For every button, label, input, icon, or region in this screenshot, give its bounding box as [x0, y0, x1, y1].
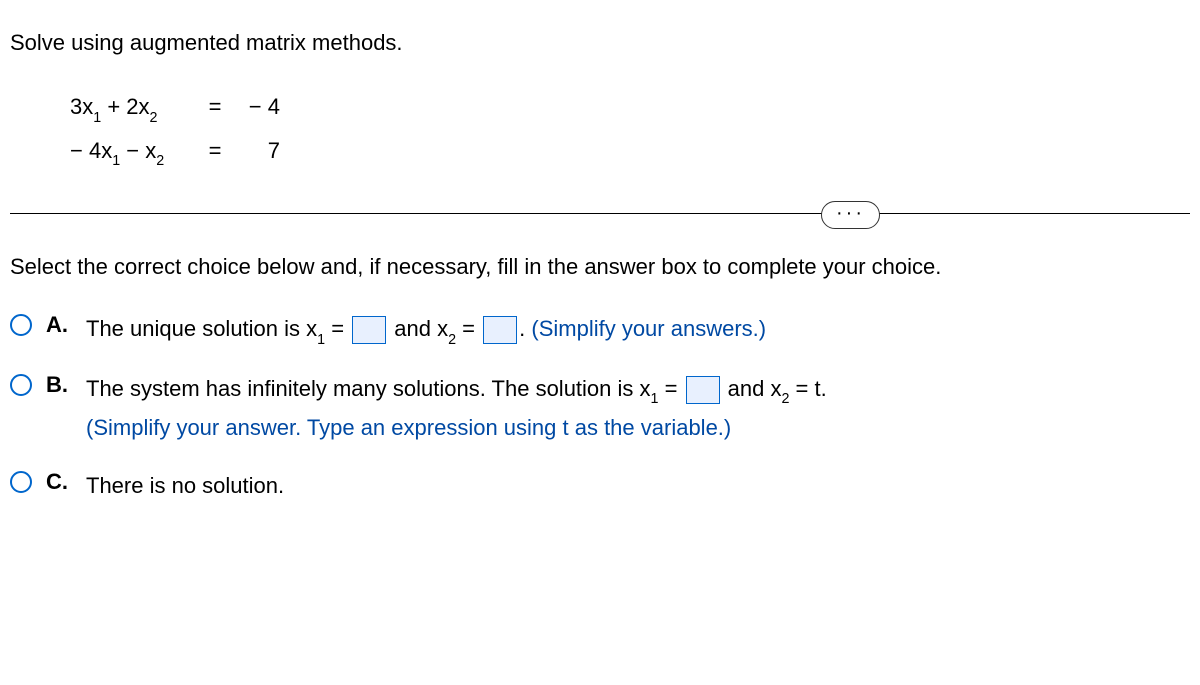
eq1-op: + [101, 94, 126, 119]
choice-b-letter: B. [46, 370, 72, 398]
eq2-rhs: 7 [230, 130, 280, 172]
choice-a-s1: 1 [317, 332, 325, 348]
equation-system: 3x1 + 2x2 = − 4 − 4x1 − x2 = 7 [70, 86, 1190, 173]
eq2-op: − [120, 138, 145, 163]
divider-line [10, 213, 1190, 214]
choice-b-t4: = t. [789, 376, 826, 401]
choice-b-t2: = [658, 376, 683, 401]
choice-b-hint: (Simplify your answer. Type an expressio… [86, 415, 731, 440]
choice-c-letter: C. [46, 467, 72, 495]
choice-b-t1: The system has infinitely many solutions… [86, 376, 651, 401]
eq1-equals: = [200, 86, 230, 128]
eq2-term1: − 4x [70, 138, 112, 163]
eq2-sub1: 1 [112, 153, 120, 169]
choice-b-body: The system has infinitely many solutions… [86, 370, 827, 447]
choice-a-t5: . [519, 316, 531, 341]
answer-choices: A. The unique solution is x1 = and x2 = … [10, 310, 1190, 504]
choice-b-t3: and x [722, 376, 782, 401]
eq1-sub1: 1 [93, 110, 101, 126]
eq1-term1: 3x [70, 94, 93, 119]
radio-b[interactable] [10, 374, 32, 396]
eq2-term2: x [145, 138, 156, 163]
radio-c[interactable] [10, 471, 32, 493]
choice-a-t1: The unique solution is x [86, 316, 317, 341]
section-divider: ··· [10, 213, 1190, 214]
radio-a[interactable] [10, 314, 32, 336]
choice-a-s2: 2 [448, 332, 456, 348]
choice-a: A. The unique solution is x1 = and x2 = … [10, 310, 1190, 350]
choice-b: B. The system has infinitely many soluti… [10, 370, 1190, 447]
choice-b-s1: 1 [651, 391, 659, 407]
answer-box-a-x1[interactable] [352, 316, 386, 344]
eq1-sub2: 2 [150, 110, 158, 126]
choice-a-t2: = [325, 316, 350, 341]
choice-a-hint: (Simplify your answers.) [531, 316, 766, 341]
choice-c: C. There is no solution. [10, 467, 1190, 504]
instruction-text: Select the correct choice below and, if … [10, 254, 1190, 280]
equation-row-1: 3x1 + 2x2 = − 4 [70, 86, 1190, 130]
eq1-rhs: − 4 [230, 86, 280, 128]
choice-a-letter: A. [46, 310, 72, 338]
more-button[interactable]: ··· [821, 201, 880, 229]
equation-row-2: − 4x1 − x2 = 7 [70, 130, 1190, 174]
choice-a-t4: = [456, 316, 481, 341]
choice-c-t1: There is no solution. [86, 473, 284, 498]
eq2-equals: = [200, 130, 230, 172]
choice-a-t3: and x [388, 316, 448, 341]
answer-box-a-x2[interactable] [483, 316, 517, 344]
choice-a-body: The unique solution is x1 = and x2 = . (… [86, 310, 766, 350]
eq2-sub2: 2 [156, 153, 164, 169]
question-prompt: Solve using augmented matrix methods. [10, 30, 1190, 56]
eq1-term2: 2x [126, 94, 149, 119]
answer-box-b-x1[interactable] [686, 376, 720, 404]
choice-b-s2: 2 [781, 391, 789, 407]
choice-c-body: There is no solution. [86, 467, 284, 504]
